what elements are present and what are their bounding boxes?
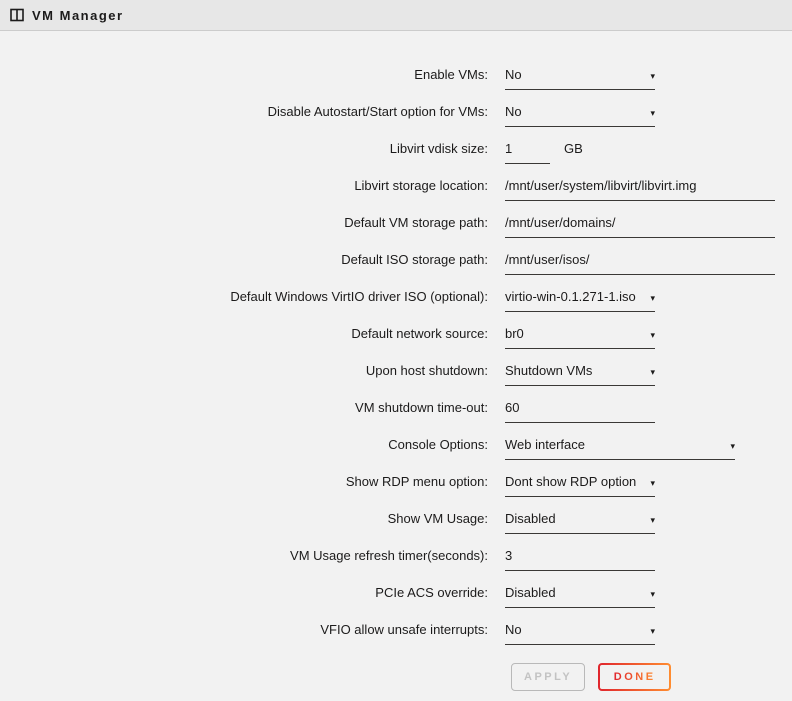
select-value: Shutdown VMs: [505, 363, 592, 378]
vm-settings-form: Enable VMs:No▾Disable Autostart/Start op…: [0, 56, 792, 648]
field-label-pcie-acs-override: PCIe ACS override:: [0, 574, 488, 611]
page-title: VM Manager: [32, 8, 124, 23]
upon-host-shutdown-select[interactable]: Shutdown VMs ▾: [505, 363, 655, 386]
field-label-default-network-source: Default network source:: [0, 315, 488, 352]
form-row: Default ISO storage path:: [0, 241, 792, 278]
chevron-down-icon: ▾: [650, 72, 655, 81]
vm-shutdown-time-out-field[interactable]: [505, 400, 655, 423]
console-options-select[interactable]: Web interface ▾: [505, 437, 735, 460]
form-row: VFIO allow unsafe interrupts: No ▾: [0, 611, 792, 648]
field-label-default-iso-storage-path: Default ISO storage path:: [0, 241, 488, 278]
field-label-console-options: Console Options:: [0, 426, 488, 463]
field-label-vfio-allow-unsafe-interrupts: VFIO allow unsafe interrupts:: [0, 611, 488, 648]
libvirt-storage-location-input[interactable]: [505, 178, 775, 193]
default-vm-storage-path-input[interactable]: [505, 215, 775, 230]
field-label-default-windows-virtio-driver-iso-optional: Default Windows VirtIO driver ISO (optio…: [0, 278, 488, 315]
titlebar: VM Manager: [0, 0, 792, 31]
default-windows-virtio-driver-iso-optional-select[interactable]: virtio-win-0.1.271-1.iso ▾: [505, 289, 655, 312]
form-row: VM Usage refresh timer(seconds):: [0, 537, 792, 574]
select-value: Dont show RDP option: [505, 474, 636, 489]
vm-usage-refresh-timer-seconds-input[interactable]: [505, 548, 655, 563]
chevron-down-icon: ▾: [650, 109, 655, 118]
show-rdp-menu-option-select[interactable]: Dont show RDP option ▾: [505, 474, 655, 497]
default-iso-storage-path-field[interactable]: [505, 252, 775, 275]
unit-label: GB: [564, 141, 583, 156]
chevron-down-icon: ▾: [650, 294, 655, 303]
default-iso-storage-path-input[interactable]: [505, 252, 775, 267]
form-row: Libvirt storage location:: [0, 167, 792, 204]
form-row: Libvirt vdisk size: GB: [0, 130, 792, 167]
chevron-down-icon: ▾: [650, 627, 655, 636]
chevron-down-icon: ▾: [650, 479, 655, 488]
libvirt-storage-location-field[interactable]: [505, 178, 775, 201]
pcie-acs-override-select[interactable]: Disabled ▾: [505, 585, 655, 608]
form-row: Default VM storage path:: [0, 204, 792, 241]
select-value: Disabled: [505, 511, 556, 526]
field-label-libvirt-vdisk-size: Libvirt vdisk size:: [0, 130, 488, 167]
done-button-label: DONE: [614, 671, 656, 683]
chevron-down-icon: ▾: [730, 442, 735, 451]
chevron-down-icon: ▾: [650, 590, 655, 599]
field-label-libvirt-storage-location: Libvirt storage location:: [0, 167, 488, 204]
button-row: APPLY DONE: [511, 663, 792, 691]
vm-shutdown-time-out-input[interactable]: [505, 400, 655, 415]
chevron-down-icon: ▾: [650, 331, 655, 340]
form-row: Default Windows VirtIO driver ISO (optio…: [0, 278, 792, 315]
form-row: Upon host shutdown: Shutdown VMs ▾: [0, 352, 792, 389]
libvirt-vdisk-size-input[interactable]: [505, 141, 550, 156]
disable-autostart-start-option-for-vms-select[interactable]: No ▾: [505, 104, 655, 127]
field-label-show-rdp-menu-option: Show RDP menu option:: [0, 463, 488, 500]
vfio-allow-unsafe-interrupts-select[interactable]: No ▾: [505, 622, 655, 645]
form-row: Disable Autostart/Start option for VMs: N…: [0, 93, 792, 130]
form-row: Enable VMs: No ▾: [0, 56, 792, 93]
select-value: No: [505, 104, 522, 119]
show-vm-usage-select[interactable]: Disabled ▾: [505, 511, 655, 534]
field-label-show-vm-usage: Show VM Usage:: [0, 500, 488, 537]
default-vm-storage-path-field[interactable]: [505, 215, 775, 238]
chevron-down-icon: ▾: [650, 516, 655, 525]
select-value: No: [505, 622, 522, 637]
apply-button[interactable]: APPLY: [511, 663, 585, 691]
vm-usage-refresh-timer-seconds-field[interactable]: [505, 548, 655, 571]
chevron-down-icon: ▾: [650, 368, 655, 377]
enable-vms-select[interactable]: No ▾: [505, 67, 655, 90]
select-value: virtio-win-0.1.271-1.iso: [505, 289, 636, 304]
default-network-source-select[interactable]: br0 ▾: [505, 326, 655, 349]
form-row: Console Options: Web interface ▾: [0, 426, 792, 463]
select-value: No: [505, 67, 522, 82]
form-row: Show RDP menu option: Dont show RDP optio…: [0, 463, 792, 500]
field-label-disable-autostart-start-option-for-vms: Disable Autostart/Start option for VMs:: [0, 93, 488, 130]
field-label-vm-shutdown-time-out: VM shutdown time-out:: [0, 389, 488, 426]
select-value: br0: [505, 326, 524, 341]
select-value: Disabled: [505, 585, 556, 600]
done-button[interactable]: DONE: [598, 663, 671, 691]
field-label-enable-vms: Enable VMs:: [0, 56, 488, 93]
columns-icon: [10, 8, 24, 22]
select-value: Web interface: [505, 437, 585, 452]
form-row: PCIe ACS override: Disabled ▾: [0, 574, 792, 611]
libvirt-vdisk-size-field[interactable]: [505, 141, 550, 164]
field-label-vm-usage-refresh-timer-seconds: VM Usage refresh timer(seconds):: [0, 537, 488, 574]
field-label-upon-host-shutdown: Upon host shutdown:: [0, 352, 488, 389]
form-row: Show VM Usage: Disabled ▾: [0, 500, 792, 537]
field-label-default-vm-storage-path: Default VM storage path:: [0, 204, 488, 241]
form-row: VM shutdown time-out:: [0, 389, 792, 426]
form-row: Default network source: br0 ▾: [0, 315, 792, 352]
